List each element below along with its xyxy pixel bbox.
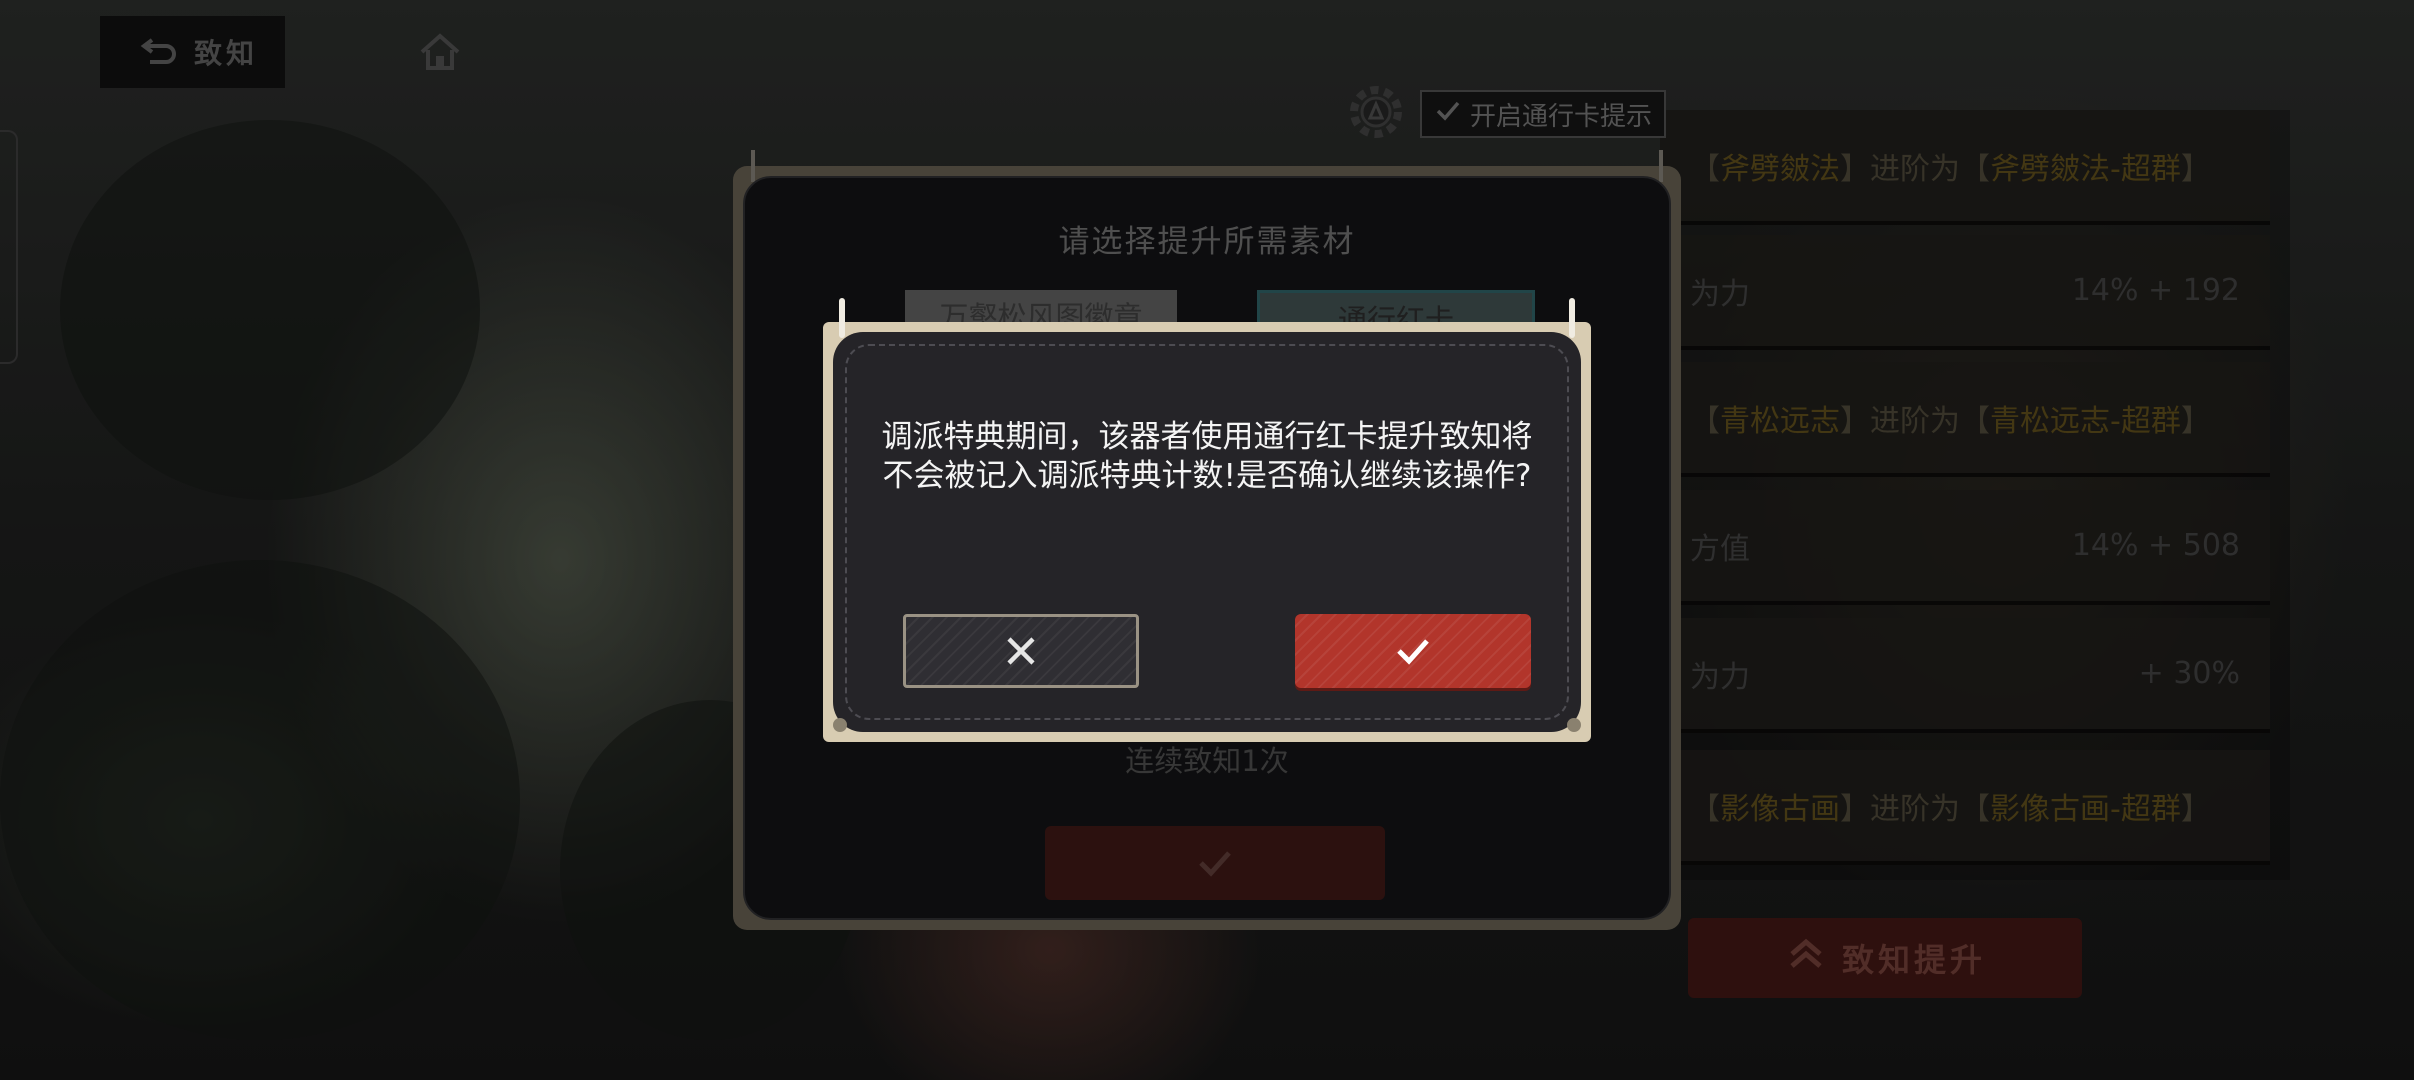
checkmark-icon: [1397, 639, 1429, 665]
rivet: [1567, 718, 1581, 732]
confirm-modal: 调派特典期间，该器者使用通行红卡提升致知将不会被记入调派特典计数!是否确认继续该…: [823, 298, 1591, 742]
confirm-message: 调派特典期间，该器者使用通行红卡提升致知将不会被记入调派特典计数!是否确认继续该…: [881, 419, 1533, 494]
rivet: [833, 718, 847, 732]
hanging-pin: [1569, 298, 1575, 338]
hanging-pin: [839, 298, 845, 338]
close-icon: [1007, 637, 1035, 665]
confirm-button[interactable]: [1295, 614, 1531, 688]
cancel-button[interactable]: [903, 614, 1139, 688]
confirm-modal-body: 调派特典期间，该器者使用通行红卡提升致知将不会被记入调派特典计数!是否确认继续该…: [833, 332, 1581, 732]
